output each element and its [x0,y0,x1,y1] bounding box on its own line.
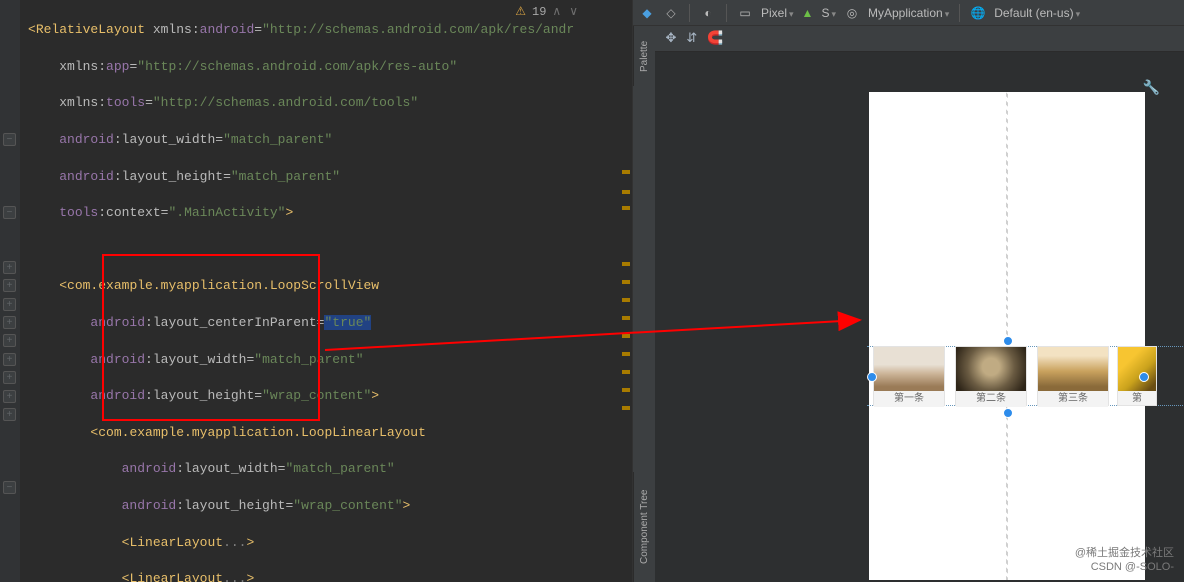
fold-toggle[interactable] [3,408,16,421]
fold-toggle[interactable] [3,334,16,347]
design-toolbar: ◆ ◇ ◐ ▭ Pixel▾ ▲ S▾ ◎ MyApplication▾ 🌐 D… [633,0,1184,26]
design-surface-icon[interactable]: ◆ [639,5,655,21]
selection-handle[interactable] [1003,408,1013,418]
fold-toggle[interactable] [3,298,16,311]
card-label: 第一条 [874,391,944,407]
device-frame[interactable]: 第一条 第二条 第三条 第 [869,92,1145,580]
design-surface[interactable]: 🔧 第一条 第二条 第三条 第 [655,52,1184,582]
fold-toggle[interactable] [3,206,16,219]
fold-toggle[interactable] [3,353,16,366]
watermark: @稀土掘金技术社区 CSDN @-SOLO- [1075,546,1174,574]
list-item[interactable]: 第三条 [1037,346,1109,406]
nav-up-icon[interactable]: ∧ [552,4,563,19]
code-content[interactable]: <RelativeLayout xmlns:android="http://sc… [0,0,632,582]
inspection-summary[interactable]: ⚠ 19 ∧ ∨ [515,4,580,19]
component-tree-tab[interactable]: Component Tree [633,472,655,582]
nav-down-icon[interactable]: ∨ [569,4,580,19]
error-stripe[interactable] [620,0,630,582]
module-selector[interactable]: MyApplication▾ [868,6,949,20]
magnet-icon[interactable]: 🧲 [707,31,723,46]
card-label: 第二条 [956,391,1026,407]
view-options-bar: 👁 ✥ ⇵ 🧲 [633,26,1184,52]
selection-handle[interactable] [1139,372,1149,382]
card-image [874,347,944,391]
selection-handle[interactable] [1003,336,1013,346]
fold-toggle[interactable] [3,390,16,403]
theme-icon: ◎ [844,5,860,21]
fold-toggle[interactable] [3,481,16,494]
device-icon: ▭ [737,5,753,21]
api-selector[interactable]: S▾ [821,6,836,20]
fold-toggle[interactable] [3,279,16,292]
blueprint-icon[interactable]: ◇ [663,5,679,21]
editor-gutter [0,0,20,582]
device-selector[interactable]: Pixel▾ [761,6,794,20]
fold-toggle[interactable] [3,261,16,274]
android-icon: ▲ [802,6,814,20]
pan-icon[interactable]: ✥ [666,31,677,46]
locale-selector[interactable]: Default (en-us)▾ [994,6,1080,20]
card-label: 第 [1118,391,1156,406]
orientation-icon[interactable]: ◐ [700,5,716,21]
list-item[interactable]: 第一条 [873,346,945,406]
loop-scroll-view-preview[interactable]: 第一条 第二条 第三条 第 [869,336,1184,416]
selection-handle[interactable] [867,372,877,382]
card-label: 第三条 [1038,391,1108,407]
list-item[interactable]: 第 [1117,346,1157,406]
layout-editor-panel: ◆ ◇ ◐ ▭ Pixel▾ ▲ S▾ ◎ MyApplication▾ 🌐 D… [632,0,1184,582]
fold-toggle[interactable] [3,133,16,146]
list-item[interactable]: 第二条 [955,346,1027,406]
warning-icon: ⚠ [515,4,526,19]
card-image [956,347,1026,391]
xml-code-editor[interactable]: ⚠ 19 ∧ ∨ <RelativeLayout xmlns:android="… [0,0,632,582]
fold-toggle[interactable] [3,371,16,384]
locale-icon: 🌐 [970,5,986,21]
card-image [1038,347,1108,391]
zoom-icon[interactable]: ⇵ [686,31,697,46]
palette-tab[interactable]: Palette [633,26,655,86]
warning-count: 19 [532,5,546,19]
fold-toggle[interactable] [3,316,16,329]
wrench-icon[interactable]: 🔧 [1143,80,1160,97]
card-image [1118,347,1156,391]
